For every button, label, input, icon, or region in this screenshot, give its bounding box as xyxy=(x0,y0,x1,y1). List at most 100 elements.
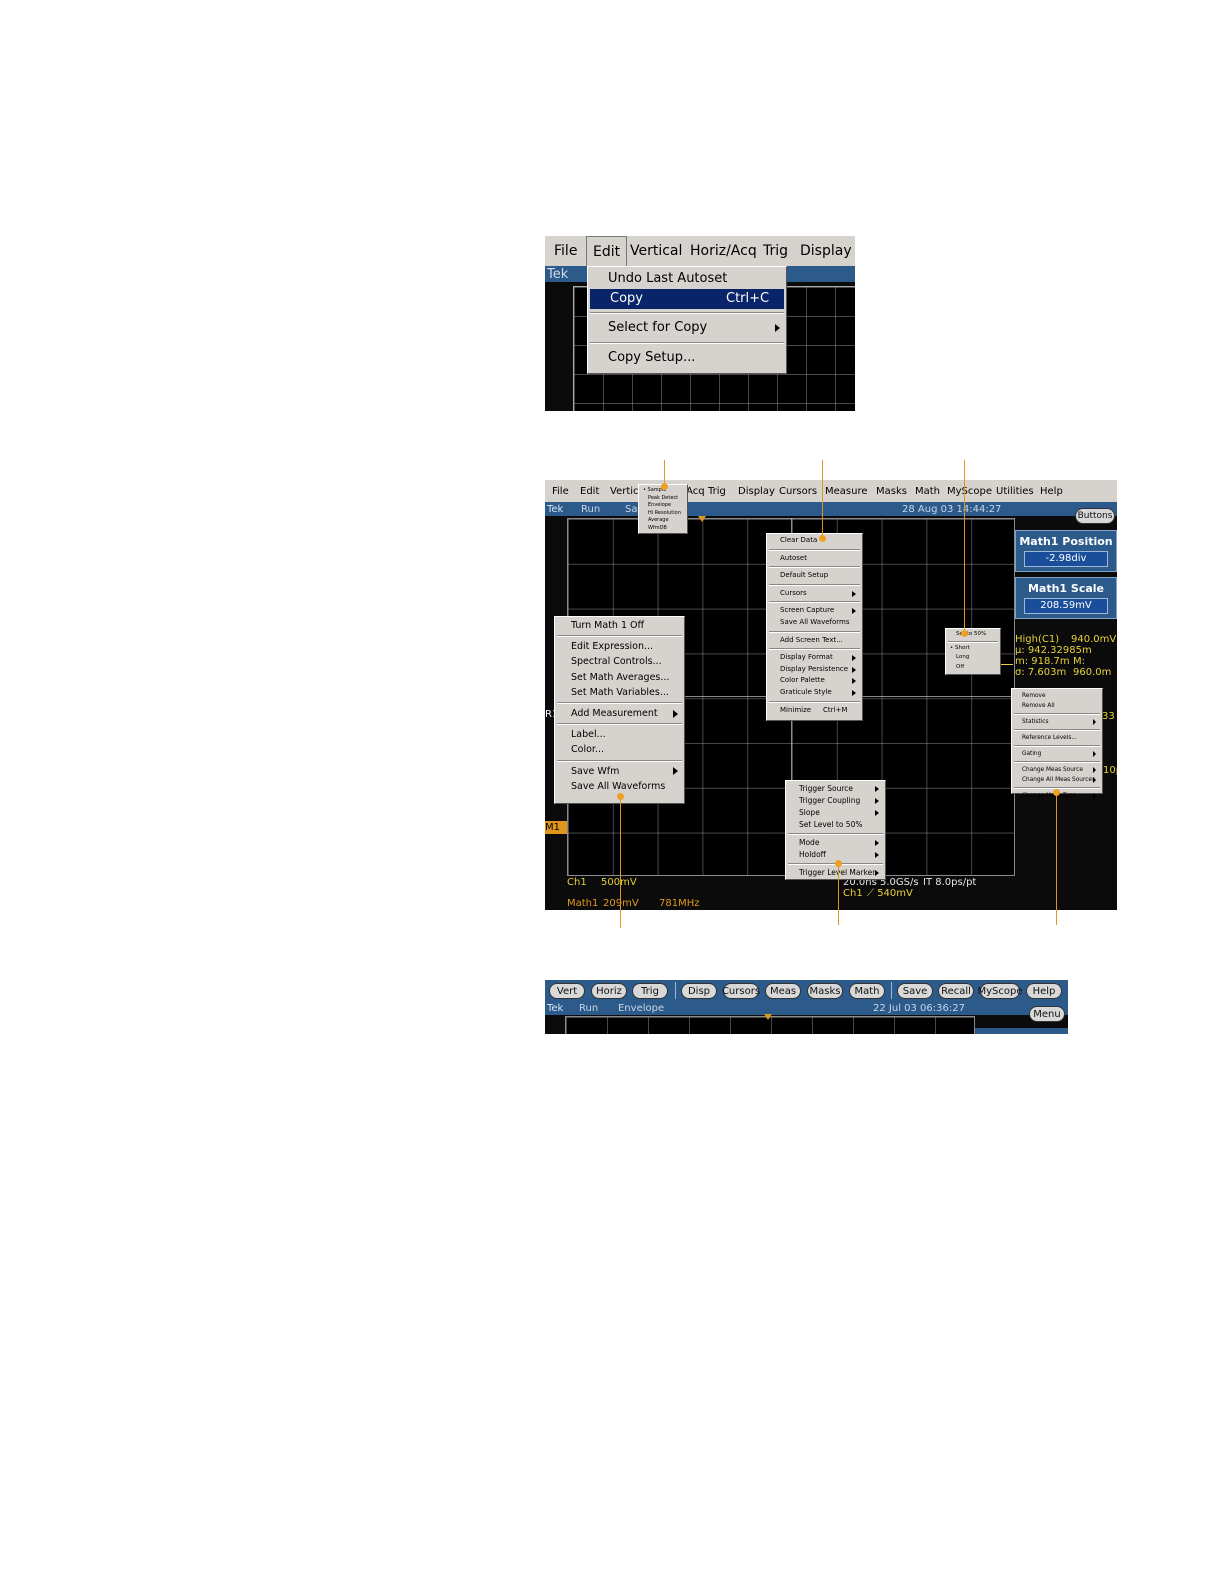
masks-button[interactable]: Masks xyxy=(807,983,843,999)
edit-expression-item[interactable]: Edit Expression... xyxy=(555,639,684,654)
disp-button[interactable]: Disp xyxy=(681,983,717,999)
trig-button[interactable]: Trig xyxy=(632,983,668,999)
tek-logo: Tek xyxy=(547,1002,564,1014)
set-math-averages-item[interactable]: Set Math Averages... xyxy=(555,670,684,685)
menu-trig[interactable]: Trig xyxy=(708,486,726,497)
copy-item[interactable]: Copy Ctrl+C xyxy=(590,289,784,309)
minimize-item[interactable]: Minimize Ctrl+M xyxy=(767,705,862,717)
change-all-meas-sources-item[interactable]: Change All Meas Sources xyxy=(1012,775,1102,785)
menu-file[interactable]: File xyxy=(554,243,577,259)
color-palette-item[interactable]: Color Palette xyxy=(767,675,862,687)
save-button[interactable]: Save xyxy=(897,983,933,999)
marker-short-item[interactable]: • Short xyxy=(946,644,1000,654)
save-all-waveforms-item[interactable]: Save All Waveforms xyxy=(767,617,862,629)
tek-logo: Tek xyxy=(547,503,564,515)
menu-help[interactable]: Help xyxy=(1040,486,1063,497)
display-format-item[interactable]: Display Format xyxy=(767,652,862,664)
menu-trig[interactable]: Trig xyxy=(763,243,788,259)
ch1-scale[interactable]: 500mV xyxy=(601,877,637,888)
reference-levels-item[interactable]: Reference Levels... xyxy=(1012,733,1102,743)
mode-item[interactable]: Mode xyxy=(786,837,885,849)
menu-edit[interactable]: Edit xyxy=(586,236,628,266)
math1-position-panel[interactable]: Math1 Position -2.98div xyxy=(1015,530,1117,572)
default-setup-item[interactable]: Default Setup xyxy=(767,570,862,582)
math1-position-title: Math1 Position xyxy=(1019,535,1113,548)
math1-ground-marker[interactable]: M1 xyxy=(545,821,567,834)
acq-peak-detect-item[interactable]: Peak Detect xyxy=(639,495,687,503)
cursors-item[interactable]: Cursors xyxy=(767,588,862,600)
holdoff-item[interactable]: Holdoff xyxy=(786,849,885,861)
set-math-variables-item[interactable]: Set Math Variables... xyxy=(555,685,684,700)
ch1-label[interactable]: Ch1 xyxy=(567,877,587,888)
acq-average-item[interactable]: Average xyxy=(639,517,687,525)
help-button[interactable]: Help xyxy=(1026,983,1062,999)
marker-off-item[interactable]: Off xyxy=(946,663,1000,673)
spectral-controls-item[interactable]: Spectral Controls... xyxy=(555,654,684,669)
undo-last-autoset-item[interactable]: Undo Last Autoset xyxy=(588,267,786,289)
holdoff-label: Holdoff xyxy=(799,850,826,859)
separator xyxy=(557,635,682,638)
acq-hi-resolution-item[interactable]: Hi Resolution xyxy=(639,510,687,518)
menu-display[interactable]: Display xyxy=(738,486,775,497)
menu-measure[interactable]: Measure xyxy=(825,486,868,497)
select-for-copy-item[interactable]: Select for Copy xyxy=(588,317,786,339)
graticule-style-item[interactable]: Graticule Style xyxy=(767,687,862,699)
gating-item[interactable]: Gating xyxy=(1012,749,1102,759)
save-wfm-item[interactable]: Save Wfm xyxy=(555,764,684,779)
trigger-source[interactable]: Ch1 xyxy=(843,888,863,899)
acq-envelope-item[interactable]: Envelope xyxy=(639,502,687,510)
slope-item[interactable]: Slope xyxy=(786,807,885,819)
cursors-button[interactable]: Cursors xyxy=(722,983,760,999)
menu-vertical[interactable]: Vertical xyxy=(630,243,682,259)
add-measurement-item[interactable]: Add Measurement xyxy=(555,706,684,721)
math1-label[interactable]: Math1 xyxy=(567,898,598,909)
separator xyxy=(769,601,860,604)
horiz-button[interactable]: Horiz xyxy=(591,983,627,999)
math1-position-value[interactable]: -2.98div xyxy=(1024,551,1108,567)
acq-wfmdb-item[interactable]: WfmDB xyxy=(639,525,687,533)
color-item[interactable]: Color... xyxy=(555,742,684,757)
menu-myscope[interactable]: MyScope xyxy=(947,486,992,497)
marker-long-item[interactable]: Long xyxy=(946,653,1000,663)
set-level-50-item[interactable]: Set Level to 50% xyxy=(786,819,885,831)
menu-toggle-button[interactable]: Menu xyxy=(1029,1006,1065,1022)
menu-edit[interactable]: Edit xyxy=(580,486,599,497)
figure-right-click-menus: File Edit Vertical Horiz/Acq Trig Displa… xyxy=(545,480,1117,910)
trigger-source-item[interactable]: Trigger Source xyxy=(786,783,885,795)
remove-item[interactable]: Remove xyxy=(1012,691,1102,701)
menu-utilities[interactable]: Utilities xyxy=(996,486,1034,497)
label-item[interactable]: Label... xyxy=(555,727,684,742)
trigger-level-marker-item[interactable]: Trigger Level Marker xyxy=(786,867,885,879)
screen-capture-item[interactable]: Screen Capture xyxy=(767,605,862,617)
trigger-level[interactable]: ⟋ 540mV xyxy=(867,888,913,899)
save-all-waveforms-item[interactable]: Save All Waveforms xyxy=(555,779,684,794)
statistics-item[interactable]: Statistics xyxy=(1012,717,1102,727)
menu-file[interactable]: File xyxy=(552,486,569,497)
math1-scale-value[interactable]: 208.59mV xyxy=(1024,598,1108,614)
menu-cursors[interactable]: Cursors xyxy=(779,486,817,497)
menu-display[interactable]: Display xyxy=(800,243,852,259)
clear-data-item[interactable]: Clear Data xyxy=(767,535,862,547)
vert-button[interactable]: Vert xyxy=(549,983,585,999)
menu-math[interactable]: Math xyxy=(915,486,940,497)
myscope-button[interactable]: MyScope xyxy=(978,983,1023,999)
change-meas-source-item[interactable]: Change Meas Source xyxy=(1012,765,1102,775)
separator xyxy=(769,548,860,551)
minimize-shortcut: Ctrl+M xyxy=(823,705,848,714)
trigger-coupling-item[interactable]: Trigger Coupling xyxy=(786,795,885,807)
menu-horiz-acq[interactable]: Horiz/Acq xyxy=(690,243,757,259)
autoset-item[interactable]: Autoset xyxy=(767,553,862,565)
copy-setup-item[interactable]: Copy Setup... xyxy=(588,347,786,369)
add-screen-text-item[interactable]: Add Screen Text... xyxy=(767,635,862,647)
buttons-toggle-button[interactable]: Buttons xyxy=(1075,508,1115,524)
meas-name: High(C1) xyxy=(1015,634,1060,645)
menu-masks[interactable]: Masks xyxy=(876,486,907,497)
math1-scale-panel[interactable]: Math1 Scale 208.59mV xyxy=(1015,577,1117,619)
display-persistence-item[interactable]: Display Persistence xyxy=(767,664,862,676)
math-button[interactable]: Math xyxy=(849,983,885,999)
set-to-50-item[interactable]: Set to 50% xyxy=(946,630,1000,640)
recall-button[interactable]: Recall xyxy=(938,983,974,999)
turn-math1-off-item[interactable]: Turn Math 1 Off xyxy=(555,618,684,633)
meas-button[interactable]: Meas xyxy=(765,983,801,999)
remove-all-item[interactable]: Remove All xyxy=(1012,701,1102,711)
